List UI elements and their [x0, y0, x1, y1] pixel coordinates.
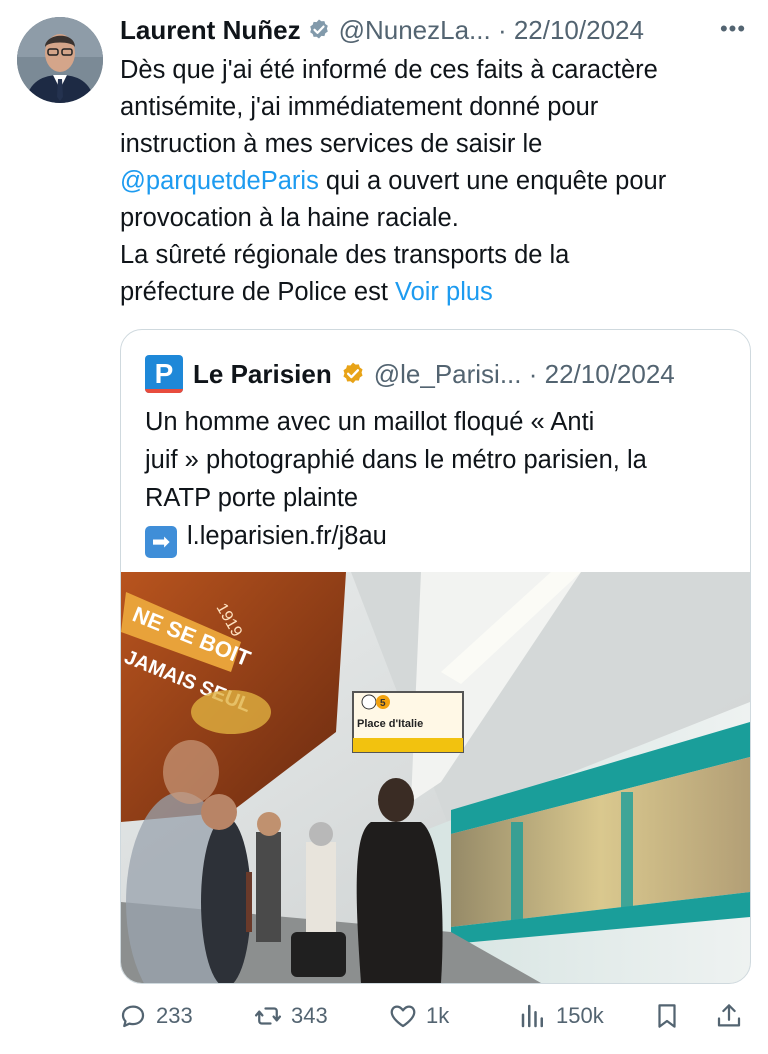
more-options-button[interactable]: ••• — [716, 16, 750, 42]
author-avatar[interactable] — [17, 17, 103, 103]
like-button[interactable]: 1k — [388, 996, 449, 1036]
separator-dot: · — [521, 358, 545, 389]
article-link[interactable]: l.leparisien.fr/j8au — [187, 522, 387, 550]
station-sign-text: Place d'Italie — [357, 718, 423, 730]
bookmark-button[interactable] — [652, 996, 690, 1036]
bookmark-icon — [658, 1004, 676, 1028]
mention-link[interactable]: @parquetdeParis — [120, 167, 319, 195]
view-count: 150k — [556, 1003, 604, 1028]
tweet-line: préfecture de Police est Voir plus — [120, 274, 750, 311]
quoted-line: juif » photographié dans le métro parisi… — [145, 446, 647, 474]
like-count: 1k — [426, 1003, 450, 1028]
gold-verified-badge-icon — [343, 362, 363, 384]
repost-button[interactable]: 343 — [253, 996, 328, 1036]
right-arrow-emoji-icon: ➡ — [145, 526, 177, 558]
author-name[interactable]: Laurent Nuñez — [120, 15, 301, 46]
share-button[interactable] — [714, 996, 752, 1036]
metro-photo[interactable]: NE SE BOIT JAMAIS SEUL 1919 5 Place d'It… — [121, 572, 750, 983]
le-parisien-logo: P — [145, 355, 183, 393]
quoted-author-name[interactable]: Le Parisien — [193, 359, 332, 390]
avatar-image — [17, 17, 103, 103]
quoted-line: Un homme avec un maillot floqué « Anti — [145, 408, 595, 436]
views-button[interactable]: 150k — [518, 996, 604, 1036]
quoted-tweet-date[interactable]: 22/10/2024 — [545, 359, 675, 390]
quoted-tweet-text: Un homme avec un maillot floqué « Anti j… — [145, 403, 735, 558]
tweet-line: provocation à la haine raciale. — [120, 204, 459, 232]
repost-count: 343 — [291, 1003, 328, 1028]
logo-letter: P — [154, 358, 174, 389]
more-horizontal-icon: ••• — [719, 16, 747, 41]
tweet-line-text: préfecture de Police est — [120, 278, 395, 306]
quoted-link-line: ➡ l.leparisien.fr/j8au — [145, 517, 735, 558]
tweet-actions-bar: 233 343 1k 150k — [118, 996, 758, 1036]
reply-icon — [121, 1005, 145, 1028]
tweet-date[interactable]: 22/10/2024 — [514, 15, 644, 46]
quoted-author-handle[interactable]: @le_Parisi... — [374, 359, 522, 390]
separator-dot: · — [490, 14, 514, 45]
tweet-line: antisémite, j'ai immédiatement donné pou… — [120, 93, 599, 121]
tweet-line-tail: qui a ouvert une enquête pour — [318, 167, 667, 195]
tweet-line: instruction à mes services de saisir le — [120, 130, 543, 158]
quoted-tweet-header: P Le Parisien @le_Parisi... · 22/10/2024 — [145, 354, 735, 394]
heart-icon — [390, 1005, 416, 1028]
verified-badge-icon — [309, 19, 328, 39]
tweet-header: Laurent Nuñez @NunezLa... · 22/10/2024 — [120, 12, 750, 48]
repost-icon — [255, 1007, 281, 1025]
tweet-line: Dès que j'ai été informé de ces faits à … — [120, 56, 658, 84]
reply-count: 233 — [156, 1003, 193, 1028]
quoted-tweet-card[interactable]: P Le Parisien @le_Parisi... · 22/10/2024… — [120, 329, 751, 984]
author-handle[interactable]: @NunezLa... — [339, 15, 491, 46]
show-more-link[interactable]: Voir plus — [395, 278, 493, 306]
tweet-line: @parquetdeParis qui a ouvert une enquête… — [120, 163, 750, 200]
share-icon — [717, 1004, 741, 1027]
tweet-text: Dès que j'ai été informé de ces faits à … — [120, 52, 750, 311]
analytics-bars-icon — [521, 1004, 543, 1028]
reply-button[interactable]: 233 — [118, 996, 193, 1036]
tweet-line: La sûreté régionale des transports de la — [120, 241, 570, 269]
quoted-line: RATP porte plainte — [145, 484, 359, 512]
sign-line-number: 5 — [380, 698, 386, 709]
